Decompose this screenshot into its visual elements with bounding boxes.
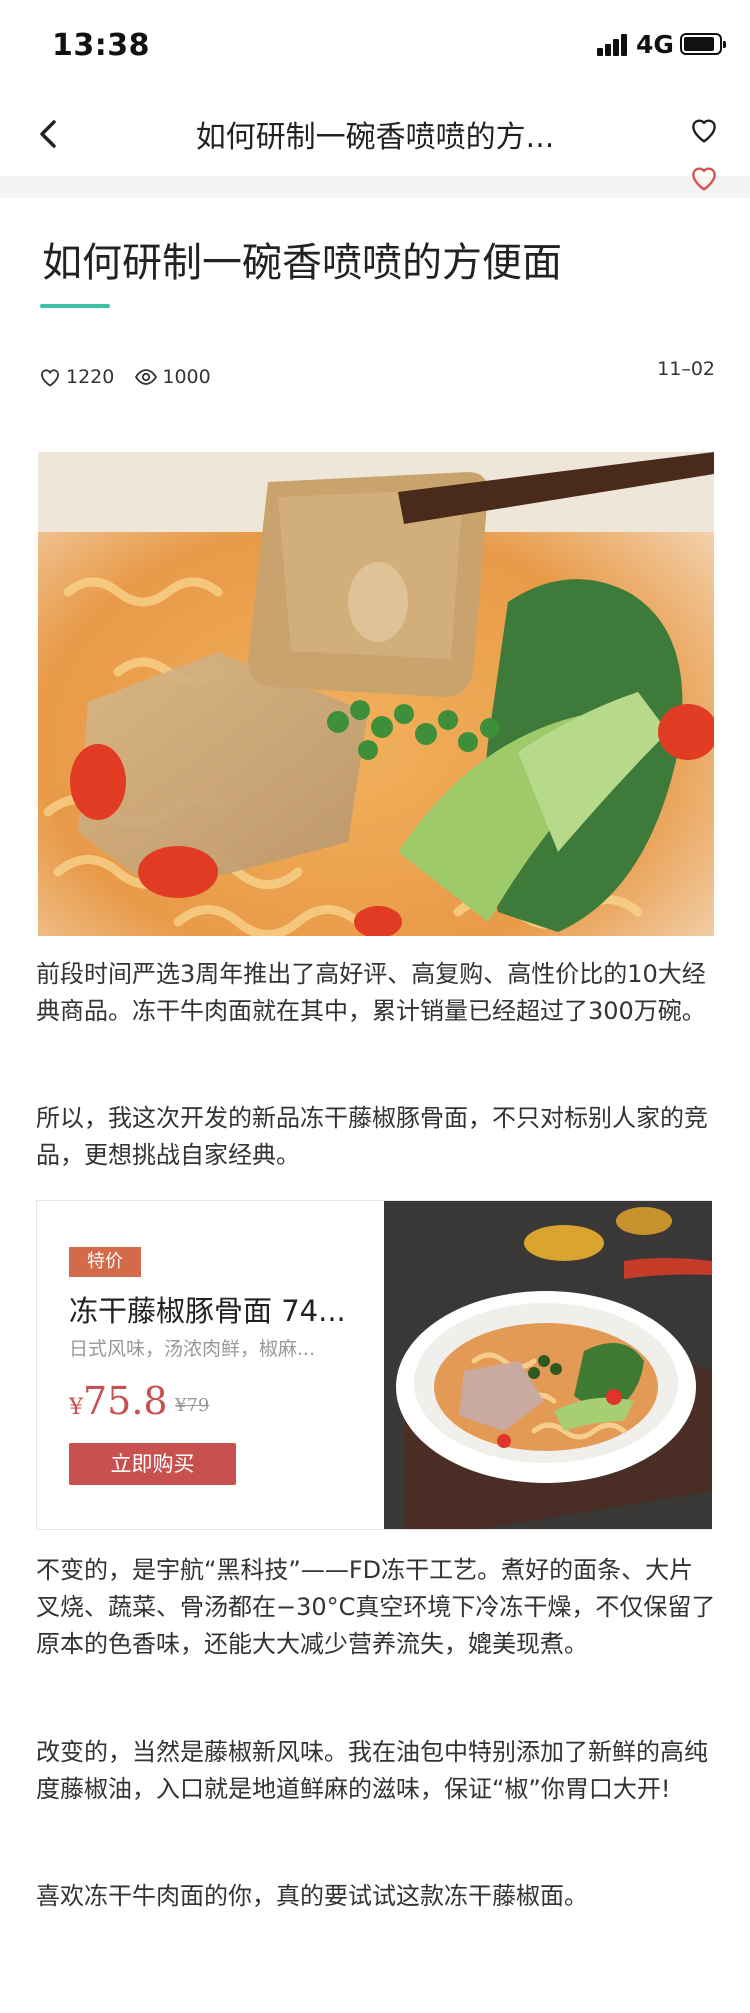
buy-now-button[interactable]: 立即购买	[69, 1443, 236, 1485]
chevron-left-icon	[40, 120, 56, 148]
heart-outline-icon	[692, 119, 716, 143]
nav-title: 如何研制一碗香喷喷的方...	[195, 120, 555, 155]
status-bar: 13:38 4G	[0, 0, 750, 92]
article-paragraph: 前段时间严选3周年推出了高好评、高复购、高性价比的10大经典商品。冻干牛肉面就在…	[36, 960, 706, 1025]
article-title: 如何研制一碗香喷喷的方便面	[42, 240, 562, 286]
article-paragraph: 喜欢冻干牛肉面的你，真的要试试这款冻干藤椒面。	[36, 1882, 588, 1910]
floating-favorite-button[interactable]	[688, 162, 720, 194]
nav-bar: 如何研制一碗香喷喷的方...	[0, 92, 750, 176]
product-description: 日式风味，汤浓肉鲜，椒麻...	[69, 1338, 316, 1360]
article-date: 11–02	[657, 358, 715, 380]
product-price: ¥75.8	[69, 1379, 168, 1423]
hero-image	[38, 452, 714, 936]
favorite-button[interactable]	[688, 114, 720, 146]
heart-outline-red-icon	[692, 167, 716, 191]
title-underline	[40, 304, 110, 308]
network-type: 4G	[636, 30, 674, 59]
article-paragraph: 改变的，当然是藤椒新风味。我在油包中特别添加了新鲜的高纯度藤椒油，入口就是地道鲜…	[36, 1738, 708, 1803]
original-price: ¥79	[175, 1395, 210, 1416]
view-count: 1000	[162, 366, 211, 388]
price-value: 75.8	[83, 1379, 168, 1423]
product-image	[384, 1201, 712, 1529]
currency-symbol: ¥	[69, 1395, 83, 1420]
battery-icon	[680, 33, 726, 55]
sale-badge: 特价	[69, 1247, 141, 1277]
product-name: 冻干藤椒豚骨面 74...	[69, 1294, 346, 1328]
article-paragraph: 所以，我这次开发的新品冻干藤椒豚骨面，不只对标别人家的竞品，更想挑战自家经典。	[36, 1104, 708, 1169]
back-button[interactable]	[30, 110, 70, 158]
eye-icon	[134, 366, 158, 388]
product-card[interactable]: 特价 冻干藤椒豚骨面 74... 日式风味，汤浓肉鲜，椒麻... ¥75.8 ¥…	[36, 1200, 712, 1530]
status-time: 13:38	[52, 28, 150, 63]
like-count: 1220	[66, 366, 115, 388]
signal-strength-icon	[597, 34, 631, 56]
heart-icon	[38, 366, 62, 388]
article-meta: 1220 1000	[38, 362, 231, 392]
article-paragraph: 不变的，是宇航“黑科技”——FD冻干工艺。煮好的面条、大片叉烧、蔬菜、骨汤都在−…	[36, 1556, 716, 1658]
header-divider	[0, 176, 750, 198]
